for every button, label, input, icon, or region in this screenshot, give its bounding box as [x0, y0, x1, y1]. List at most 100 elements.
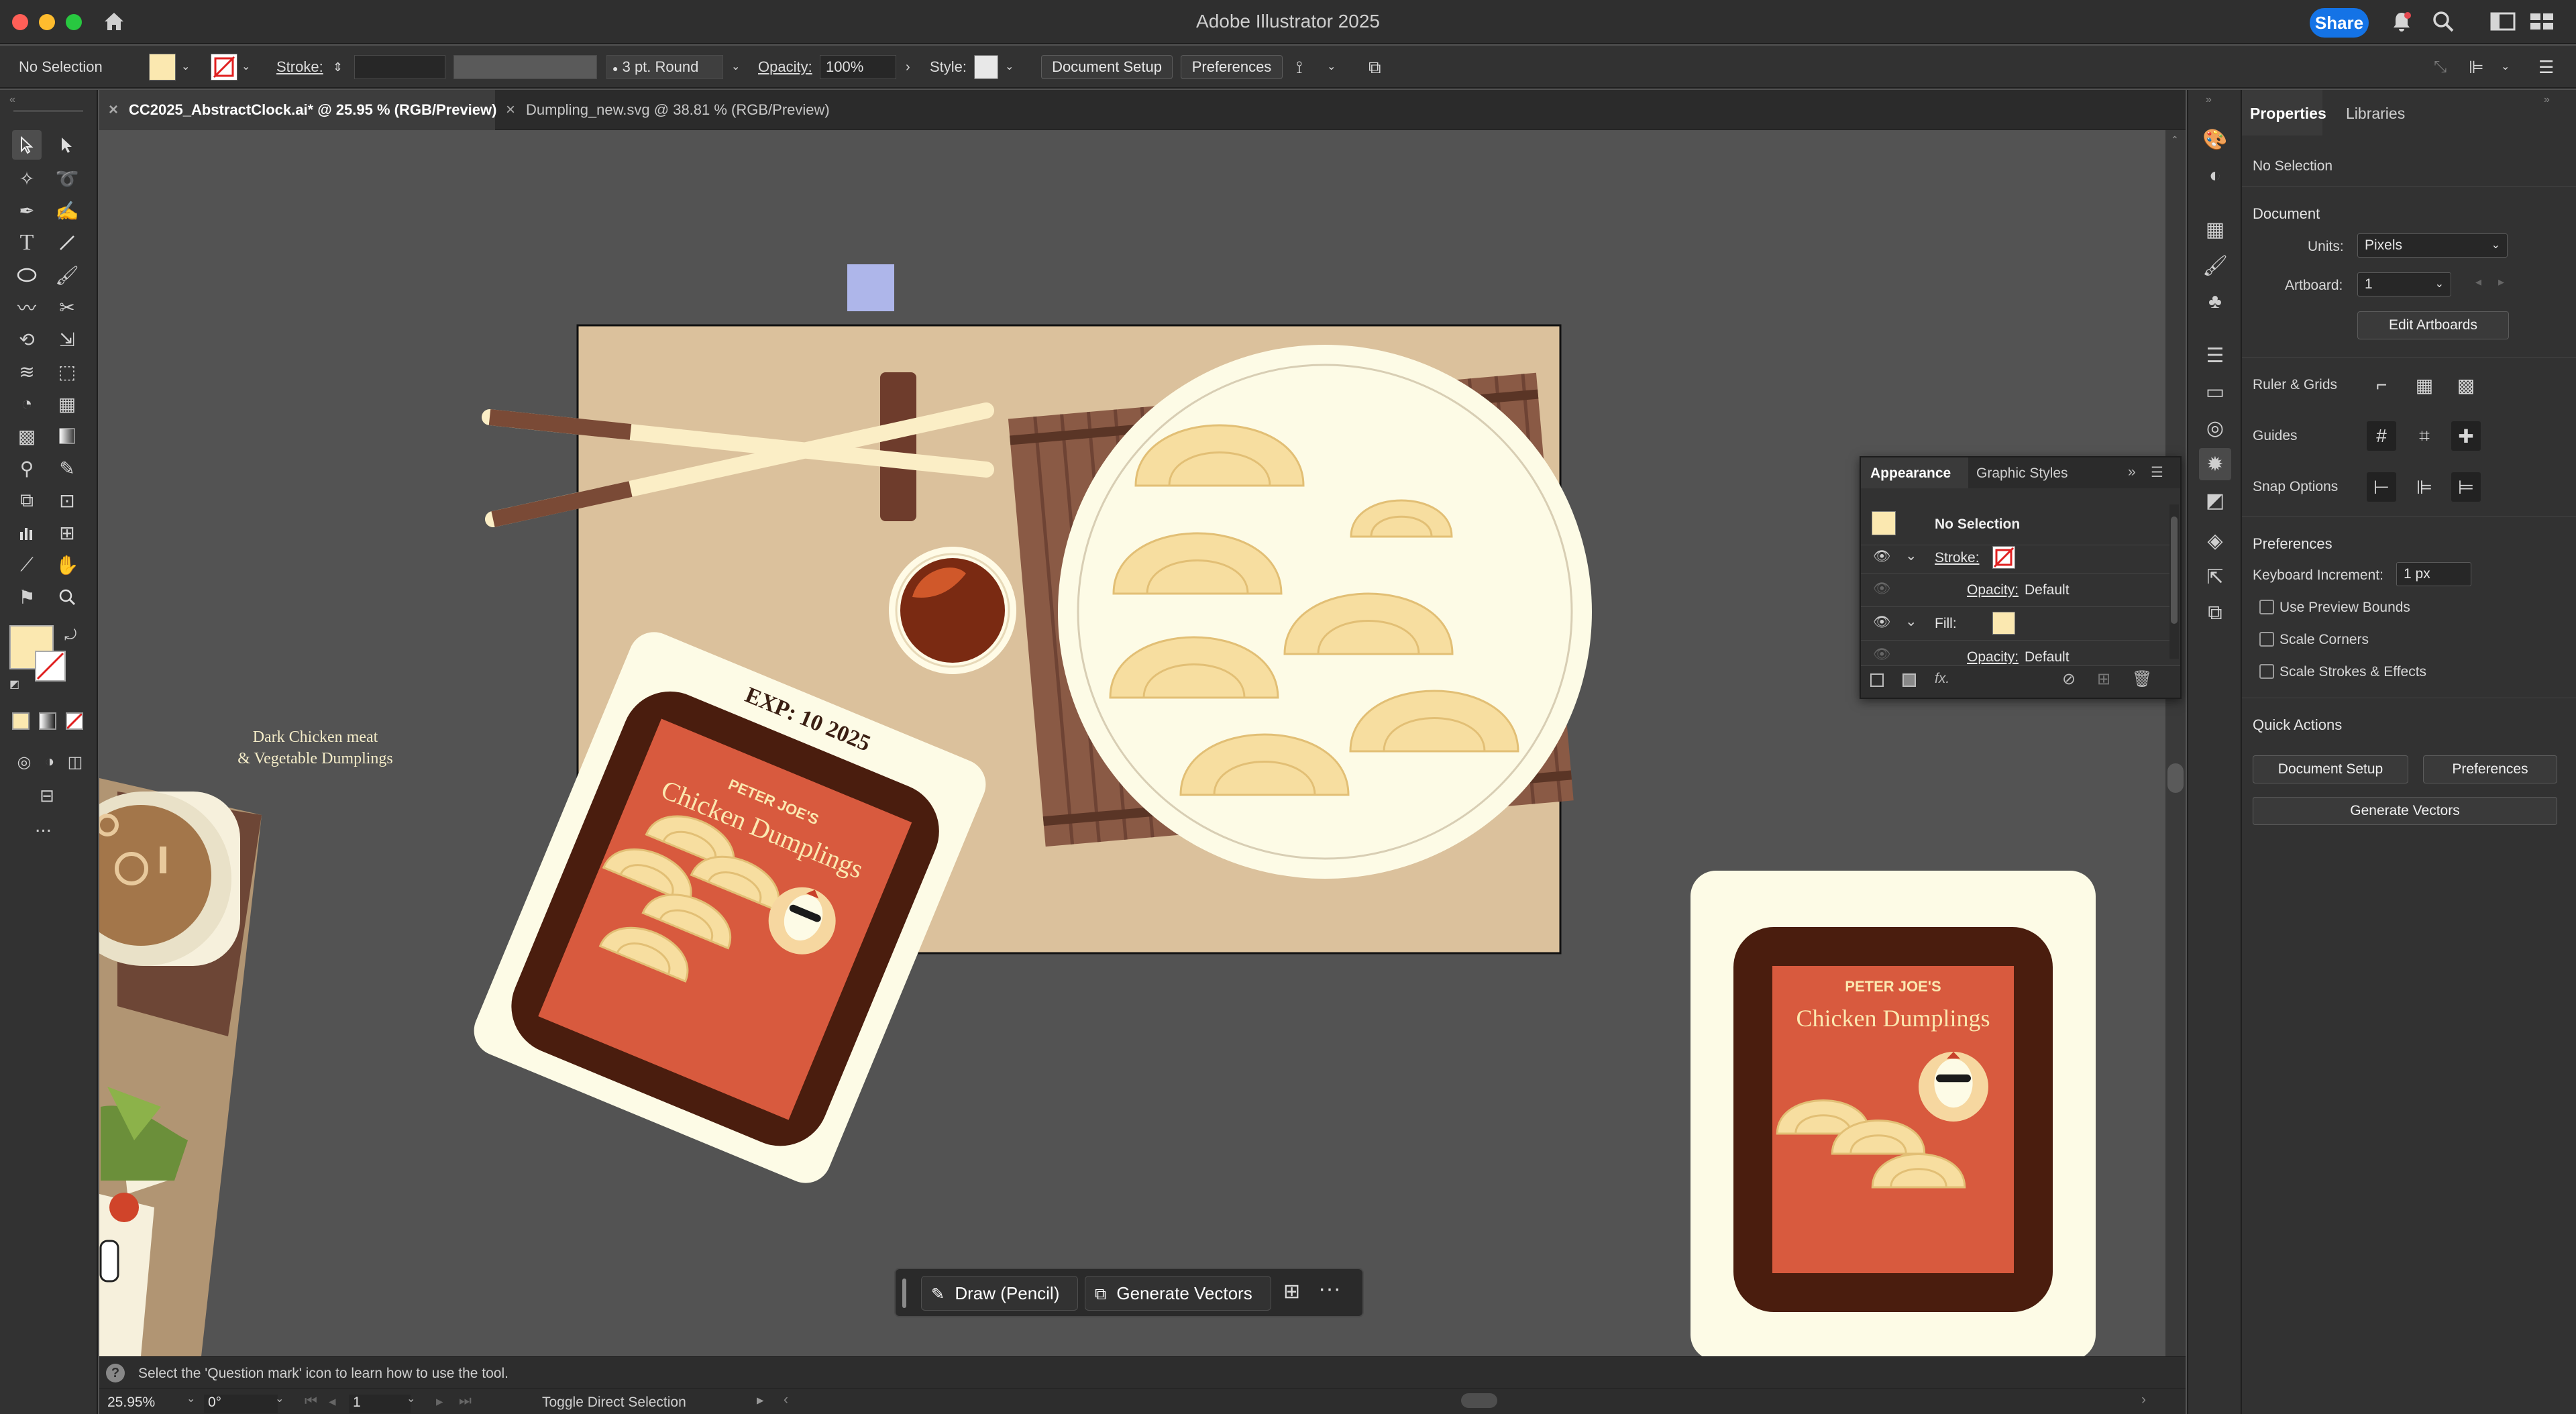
column-graph-tool-icon[interactable] — [12, 518, 42, 547]
panel-menu-icon[interactable]: ☰ — [2151, 464, 2163, 481]
shaper-tool-icon[interactable]: 〰 — [12, 292, 42, 322]
snap-to-glyph-icon[interactable]: ⊨ — [2451, 472, 2481, 502]
grid-icon[interactable]: ▦ — [2410, 370, 2439, 400]
vertical-scrollbar[interactable]: ⌃ ⌄ — [2165, 130, 2186, 1390]
expand-panel-icon[interactable]: » — [2128, 464, 2136, 480]
asset-export-icon[interactable]: ⇱ — [2199, 561, 2231, 593]
chevron-down-icon[interactable]: ⌄ — [181, 46, 190, 89]
add-stroke-icon[interactable] — [1870, 673, 1884, 687]
swatches-icon[interactable]: ▦ — [2199, 213, 2231, 246]
scroll-thumb[interactable] — [2167, 763, 2184, 793]
tab-abstract-clock[interactable]: × CC2025_AbstractClock.ai* @ 25.95 % (RG… — [99, 90, 496, 130]
eye-icon[interactable]: 👁 — [1873, 549, 1891, 565]
fill-row-label[interactable]: Fill: — [1935, 616, 1957, 632]
align-icon[interactable]: ⟟ — [1296, 46, 1303, 89]
caption-line-1[interactable]: Dark Chicken meat — [253, 728, 378, 746]
caption-line-2[interactable]: & Vegetable Dumplings — [237, 750, 393, 767]
paintbrush-tool-icon[interactable]: 🖌 — [52, 260, 82, 290]
graphic-styles-icon[interactable]: ◩ — [2199, 484, 2231, 516]
units-select[interactable]: Pixels ⌄ — [2357, 233, 2508, 258]
keyboard-increment-input[interactable]: 1 px — [2396, 562, 2471, 586]
eye-icon[interactable]: 👁 — [1873, 581, 1891, 597]
show-guides-icon[interactable]: # — [2367, 421, 2396, 451]
edit-artboards-button[interactable]: Edit Artboards — [2357, 311, 2509, 339]
symbols-icon[interactable]: ♣ — [2199, 286, 2231, 318]
chevron-down-icon[interactable]: ⌄ — [241, 46, 250, 89]
line-tool-icon[interactable] — [52, 228, 82, 258]
draw-pencil-button[interactable]: ✎ Draw (Pencil) — [921, 1276, 1078, 1311]
warp-tool-icon[interactable]: ≋ — [12, 357, 42, 386]
scale-tool-icon[interactable]: ⇲ — [52, 325, 82, 354]
appearance-scrollbar[interactable] — [2169, 504, 2179, 659]
generate-vectors-button[interactable]: ⧉ Generate Vectors — [1085, 1276, 1271, 1311]
ruler-icon[interactable]: ⌐ — [2367, 370, 2396, 400]
purple-square[interactable] — [847, 264, 894, 311]
variable-width-profile[interactable] — [453, 55, 597, 79]
next-artboard-icon[interactable]: ▸ — [2498, 275, 2504, 289]
smart-guides-icon[interactable]: ✚ — [2451, 421, 2481, 451]
draw-inside-icon[interactable]: ◫ — [60, 747, 90, 777]
curvature-tool-icon[interactable]: ✍ — [52, 196, 82, 225]
more-options-icon[interactable]: ··· — [1318, 1276, 1341, 1302]
swap-fill-stroke-icon[interactable]: ⤾ — [64, 627, 76, 644]
arrange-documents-icon[interactable] — [2529, 11, 2555, 32]
scale-strokes-checkbox[interactable] — [2259, 664, 2274, 679]
free-transform-tool-icon[interactable]: ⬚ — [52, 357, 82, 386]
slice-tool-icon[interactable]: ⟋ — [12, 550, 42, 580]
stroke-color-swatch[interactable] — [211, 54, 237, 80]
help-icon[interactable]: ? — [106, 1364, 125, 1382]
stroke-weight-input[interactable] — [354, 55, 445, 79]
color-icon[interactable]: ◐ — [2199, 160, 2231, 192]
panel-menu-icon[interactable]: ☰ — [2538, 46, 2554, 89]
close-icon[interactable]: × — [506, 90, 515, 130]
chevron-right-icon[interactable]: › — [906, 46, 910, 89]
artboards-panel-icon[interactable]: ⧉ — [2199, 597, 2231, 629]
share-button[interactable]: Share — [2310, 8, 2369, 38]
search-icon[interactable] — [2431, 9, 2455, 34]
measure-tool-icon[interactable]: ✎ — [52, 453, 82, 483]
symbol-sprayer-tool-icon[interactable]: ⊡ — [52, 486, 82, 515]
fill-color-swatch[interactable] — [149, 54, 176, 80]
trash-icon[interactable]: 🗑 — [2132, 669, 2152, 689]
gradient-tool-icon[interactable] — [52, 421, 82, 451]
selection-tool-icon[interactable] — [12, 130, 42, 160]
appearance-panel-icon[interactable]: ✹ — [2199, 448, 2231, 480]
stroke-label[interactable]: Stroke: — [276, 46, 323, 89]
add-effect-button[interactable]: fx. — [1935, 671, 1949, 687]
edit-toolbar-button[interactable]: ... — [35, 814, 52, 837]
brush-definition[interactable]: ● 3 pt. Round — [606, 55, 723, 79]
horizontal-scroll-thumb[interactable] — [1461, 1393, 1497, 1408]
gradient-panel-icon[interactable]: ▭ — [2199, 376, 2231, 408]
chevron-down-icon[interactable]: ⌄ — [731, 46, 740, 89]
preferences-button[interactable]: Preferences — [1181, 55, 1283, 79]
snap-to-pixel-icon[interactable]: ⊫ — [2410, 472, 2439, 502]
rotation-input[interactable]: 0° — [204, 1395, 278, 1413]
stroke-row-label[interactable]: Stroke: — [1935, 550, 1980, 566]
duplicate-item-icon[interactable]: ⊞ — [2097, 669, 2110, 689]
sauce-bowl[interactable] — [889, 547, 1016, 674]
opacity-input[interactable]: 100% — [820, 55, 896, 79]
opacity-label[interactable]: Opacity: — [758, 46, 812, 89]
status-menu-icon[interactable]: ▸ — [757, 1392, 764, 1409]
lock-guides-icon[interactable]: ⌗ — [2410, 421, 2439, 451]
eye-icon[interactable]: 👁 — [1873, 614, 1891, 631]
document-setup-button[interactable]: Document Setup — [2253, 755, 2408, 783]
blend-tool-icon[interactable]: ⧉ — [12, 486, 42, 515]
chevron-down-icon[interactable]: ⌄ — [1327, 46, 1336, 89]
stroke-opacity-label[interactable]: Opacity: — [1967, 582, 2019, 598]
artboard-select[interactable]: 1 ⌄ — [2357, 272, 2451, 296]
stroke-row-swatch[interactable] — [1992, 546, 2015, 569]
brushes-icon[interactable]: 🖌 — [2199, 250, 2231, 282]
mesh-tool-icon[interactable]: ▩ — [12, 421, 42, 451]
graphic-style-swatch[interactable] — [974, 55, 998, 79]
last-artboard-icon[interactable]: ⏭ — [459, 1393, 472, 1409]
fill-opacity-label[interactable]: Opacity: — [1967, 649, 2019, 664]
transform-icon[interactable]: ⤡ — [2434, 46, 2447, 89]
chevron-down-icon[interactable]: ⌄ — [2501, 46, 2510, 89]
toolbar-grip[interactable] — [13, 110, 83, 112]
transparency-icon[interactable]: ◎ — [2199, 412, 2231, 444]
chopstick-rest[interactable] — [880, 372, 916, 521]
rotate-tool-icon[interactable]: ⟲ — [12, 325, 42, 354]
previous-artboard-icon[interactable]: ◂ — [2475, 275, 2481, 289]
screen-mode-icon[interactable]: ⊟ — [32, 781, 62, 810]
